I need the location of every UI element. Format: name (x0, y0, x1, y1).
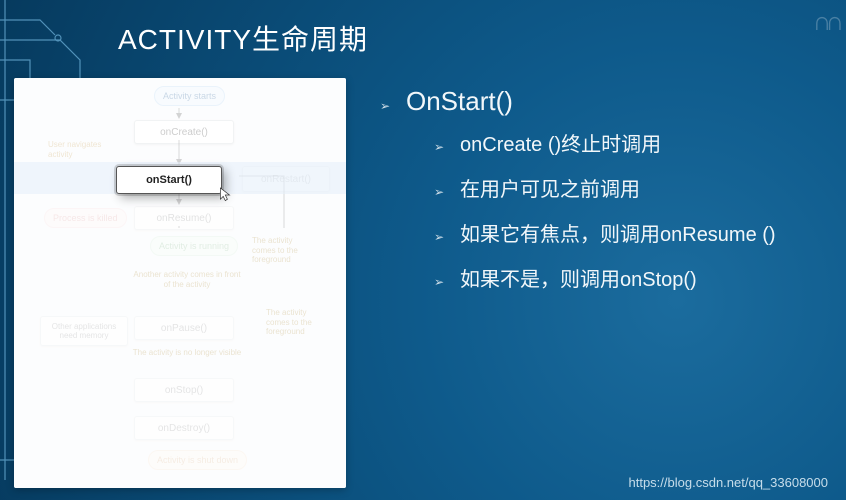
bullet-text: onCreate ()终止时调用 (460, 131, 826, 160)
node-ondestroy: onDestroy() (134, 416, 234, 440)
bullet-level2: ➢ 如果不是，则调用onStop() (434, 266, 826, 295)
note-another-activity: Another activity comes in front of the a… (132, 270, 242, 289)
bullet-level1: ➢ OnStart() (380, 86, 826, 117)
bullet-text: 如果不是，则调用onStop() (460, 266, 826, 295)
slide-title: ACTIVITY生命周期 (118, 18, 368, 58)
chevron-right-icon: ➢ (434, 274, 448, 291)
note-foreground-2: The activity comes to the foreground (266, 308, 326, 337)
watermark-icon: ∩∩ (813, 6, 838, 37)
chevron-right-icon: ➢ (434, 229, 448, 246)
footer-url: https://blog.csdn.net/qq_33608000 (629, 475, 829, 490)
slide: ACTIVITY生命周期 ∩∩ Activity starts onCreate… (0, 0, 846, 500)
note-other-apps: Other applications need memory (40, 316, 128, 346)
node-running: Activity is running (150, 236, 238, 256)
note-foreground: The activity comes to the foreground (252, 236, 312, 265)
diagram-arrows (14, 78, 314, 228)
lifecycle-diagram: Activity starts onCreate() User navigate… (14, 78, 346, 488)
mouse-cursor-icon (219, 186, 233, 204)
node-onstop: onStop() (134, 378, 234, 402)
node-shutdown: Activity is shut down (148, 450, 247, 470)
bullet-content: ➢ OnStart() ➢ onCreate ()终止时调用 ➢ 在用户可见之前… (380, 86, 826, 311)
note-no-longer-visible: The activity is no longer visible (132, 348, 242, 358)
bullet-heading: OnStart() (406, 86, 513, 117)
bullet-level2: ➢ onCreate ()终止时调用 (434, 131, 826, 160)
node-onstart: onStart() (116, 166, 222, 194)
bullet-text: 在用户可见之前调用 (460, 176, 826, 205)
bullet-level2: ➢ 如果它有焦点，则调用onResume () (434, 221, 826, 250)
chevron-right-icon: ➢ (380, 99, 394, 113)
node-onpause: onPause() (134, 316, 234, 340)
bullet-level2: ➢ 在用户可见之前调用 (434, 176, 826, 205)
chevron-right-icon: ➢ (434, 184, 448, 201)
chevron-right-icon: ➢ (434, 139, 448, 156)
bullet-text: 如果它有焦点，则调用onResume () (460, 221, 826, 250)
